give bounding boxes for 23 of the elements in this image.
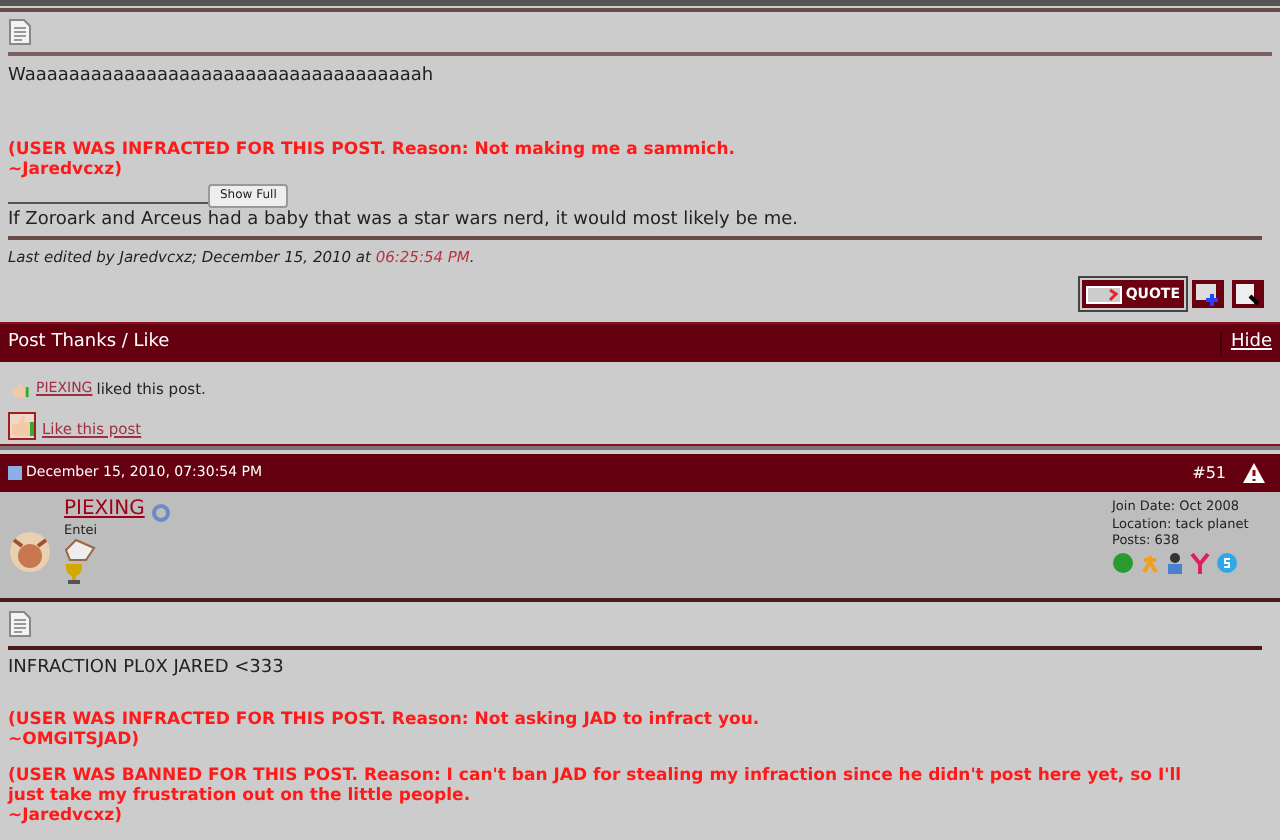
username-link[interactable]: PIEXING bbox=[64, 498, 145, 522]
infraction-notice: (USER WAS INFRACTED FOR THIS POST. Reason: Not making me a sammich. ~Jaredvcxz) bbox=[8, 140, 738, 180]
person-icon[interactable] bbox=[1164, 551, 1186, 573]
document-icon bbox=[8, 610, 32, 638]
multi-quote-button[interactable] bbox=[1190, 278, 1226, 310]
reply-button[interactable] bbox=[1230, 278, 1266, 310]
post-number[interactable]: #51 bbox=[1192, 462, 1226, 484]
document-icon bbox=[8, 18, 32, 46]
warning-icon[interactable] bbox=[1242, 462, 1266, 484]
s-logo-icon[interactable] bbox=[1216, 551, 1238, 573]
hide-link[interactable]: Hide bbox=[1220, 332, 1280, 354]
post-message: INFRACTION PL0X JARED <333 bbox=[8, 658, 286, 680]
avatar-drawing bbox=[8, 530, 52, 574]
thumbs-up-icon bbox=[8, 412, 36, 440]
trophy-icon bbox=[64, 562, 84, 584]
thanks-title: Post Thanks / Like bbox=[6, 332, 170, 354]
infraction-notice: (USER WAS BANNED FOR THIS POST. Reason: I can't ban JAD for stealing my infraction since he didn't post here yet, so I'll just take my frustration out on the little people. ~Jaredvcxz) bbox=[8, 766, 1184, 826]
post-message: Waaaaaaaaaaaaaaaaaaaaaaaaaaaaaaaaaaaah bbox=[8, 66, 436, 88]
status-icon bbox=[152, 504, 171, 522]
infraction-notice: (USER WAS INFRACTED FOR THIS POST. Reason: Not asking JAD to infract you. ~OMGITSJAD) bbox=[8, 710, 762, 750]
post-icon bbox=[8, 466, 22, 480]
signature-text: If Zoroark and Arceus had a baby that was a star wars nerd, it would most likely be me. bbox=[8, 208, 800, 232]
thumbs-up-icon bbox=[8, 379, 32, 399]
